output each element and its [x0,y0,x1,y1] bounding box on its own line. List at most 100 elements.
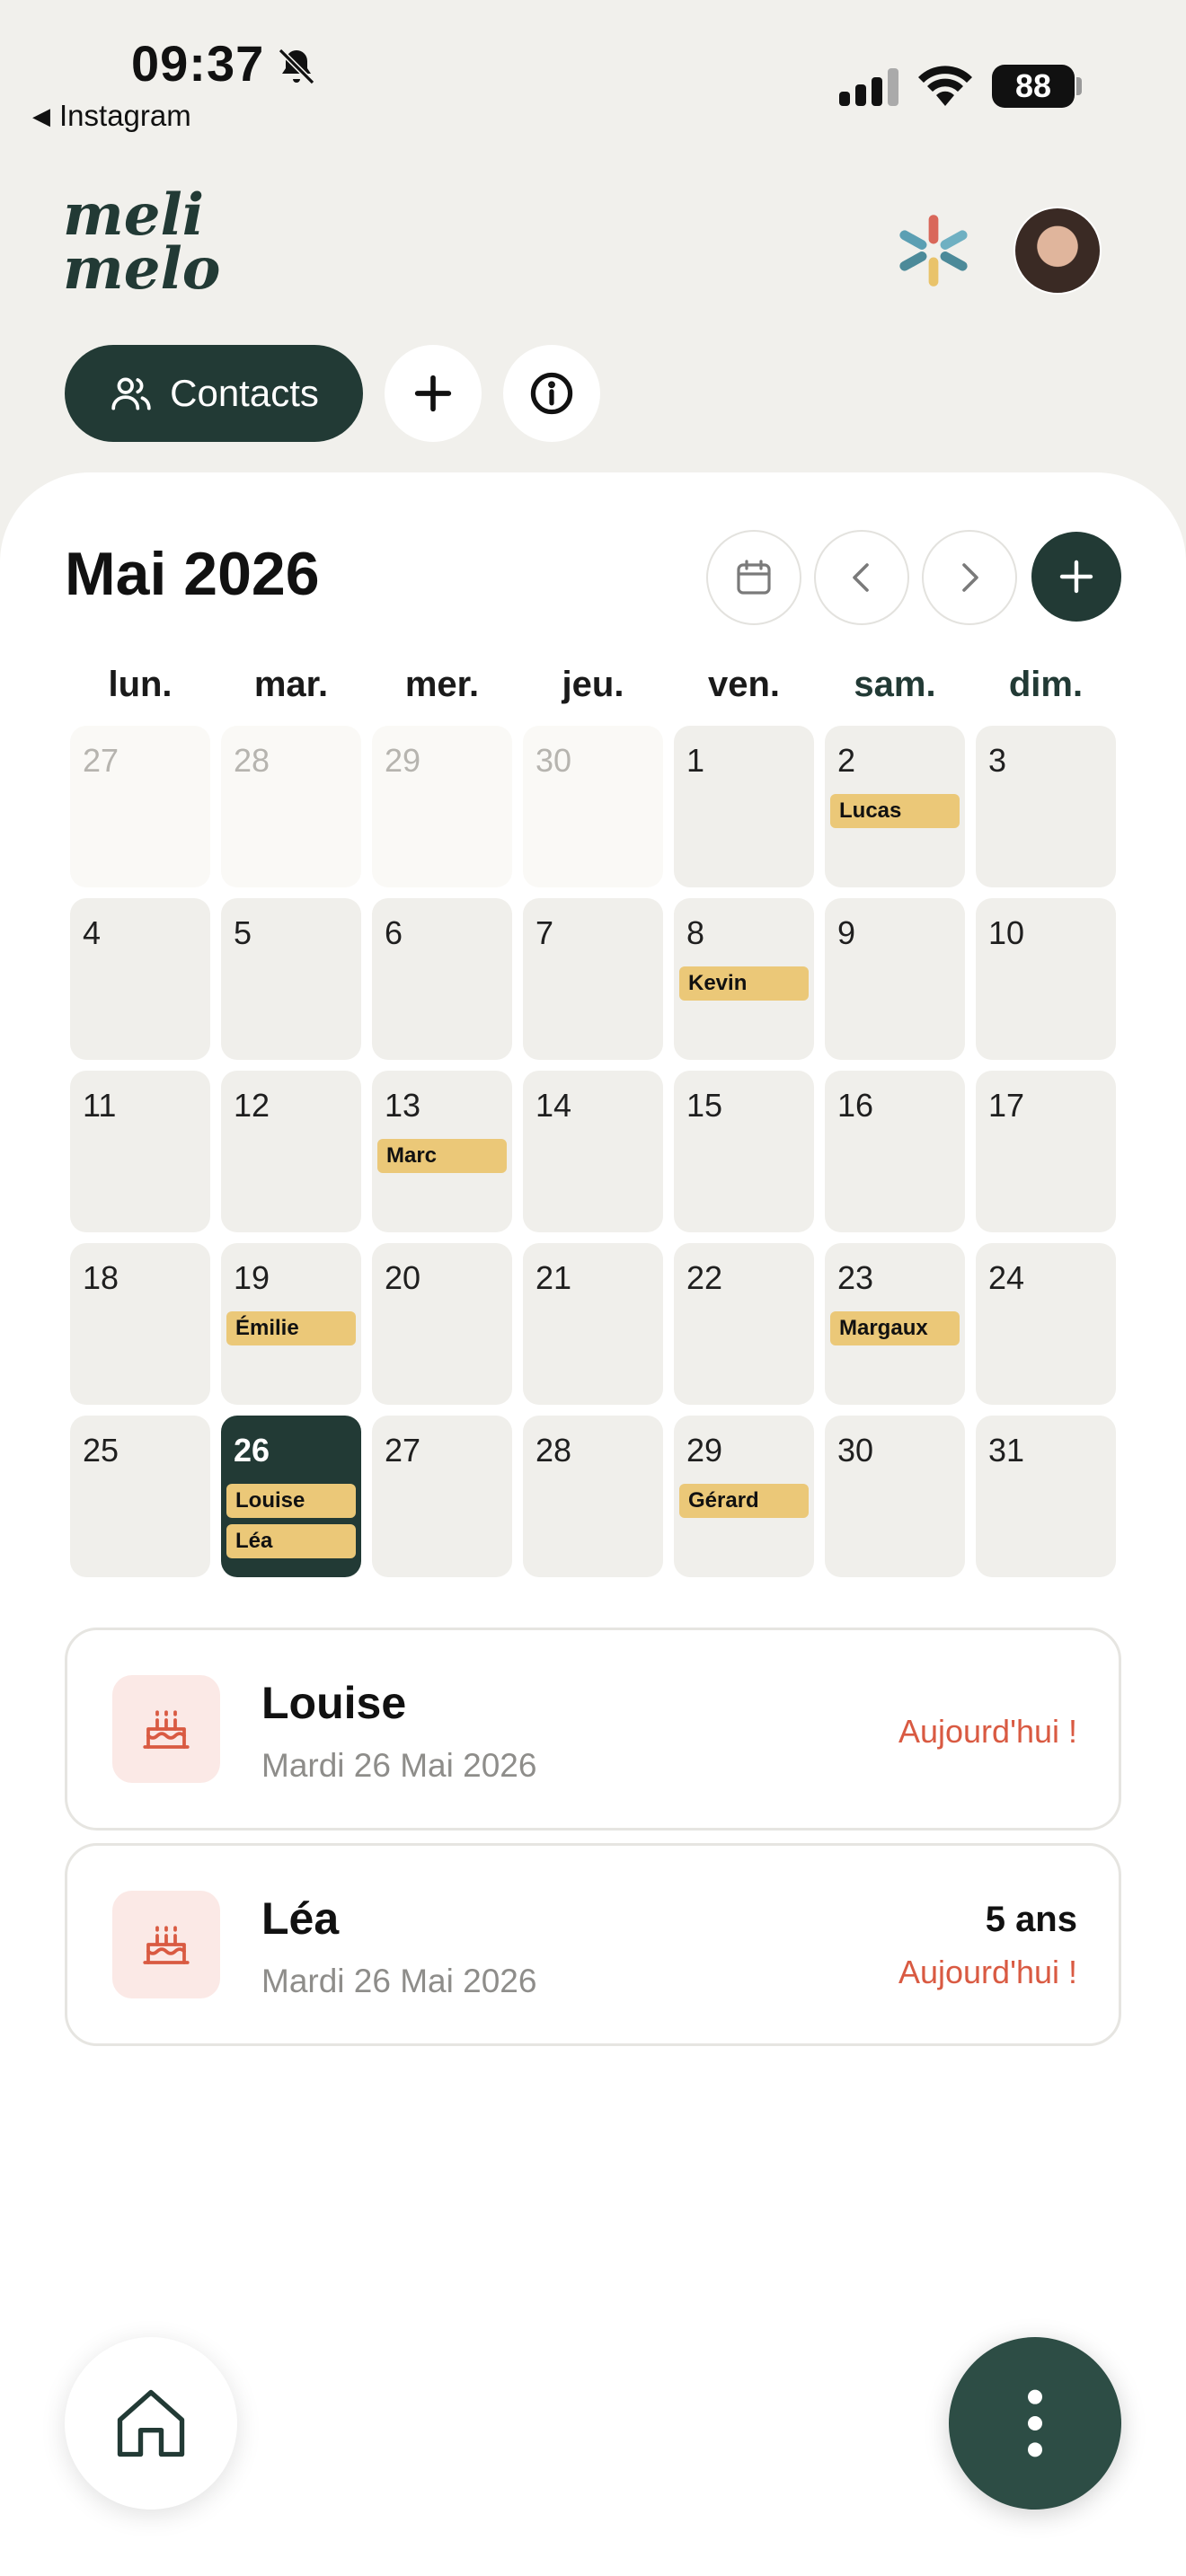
calendar-day[interactable]: 19 Émilie [221,1243,361,1405]
calendar-day[interactable]: 3 [976,726,1116,887]
home-icon [117,2389,185,2457]
day-number: 21 [535,1259,572,1296]
calendar-day[interactable]: 5 [221,898,361,1060]
day-number: 2 [837,742,856,779]
day-number: 24 [988,1259,1025,1296]
birthday-event-chip[interactable]: Kevin [679,966,809,1001]
month-title: Mai 2026 [65,540,320,608]
birthday-event-chip[interactable]: Léa [226,1524,356,1558]
day-number: 11 [83,1087,117,1124]
calendar-day[interactable]: 31 [976,1416,1116,1577]
calendar-day[interactable]: 8 Kevin [674,898,814,1060]
calendar-day[interactable]: 18 [70,1243,210,1405]
calendar-day[interactable]: 30 [523,726,663,887]
calendar-day[interactable]: 28 [221,726,361,887]
birthday-name: Léa [261,1893,340,1944]
day-number: 19 [234,1259,270,1296]
app-logo: meli melo [63,181,225,314]
calendar-day[interactable]: 7 [523,898,663,1060]
day-number: 27 [385,1432,421,1469]
calendar-day[interactable]: 11 [70,1071,210,1232]
calendar-day[interactable]: 2 Lucas [825,726,965,887]
next-month-button[interactable] [922,530,1017,625]
calendar-day[interactable]: 27 [372,1416,512,1577]
info-icon [530,372,573,415]
calendar-day[interactable]: 13 Marc [372,1071,512,1232]
birthday-event-chip[interactable]: Lucas [830,794,960,828]
calendar-day[interactable]: 14 [523,1071,663,1232]
back-to-app-link[interactable]: ◀ Instagram [32,99,191,133]
birthday-status: Aujourd'hui ! [898,1713,1077,1750]
calendar-day[interactable]: 29 Gérard [674,1416,814,1577]
weekday-label: ven. [707,665,781,704]
day-number: 18 [83,1259,119,1296]
previous-month-button[interactable] [814,530,909,625]
calendar-day[interactable]: 23 Margaux [825,1243,965,1405]
weekday-label: lun. [108,665,173,704]
day-number: 31 [988,1432,1025,1469]
weekday-label: mer. [404,665,480,704]
back-app-label: Instagram [59,99,191,132]
day-number: 13 [385,1087,421,1124]
profile-avatar[interactable] [1013,207,1102,295]
calendar-day[interactable]: 25 [70,1416,210,1577]
calendar-day[interactable]: 24 [976,1243,1116,1405]
chevron-right-icon [962,563,978,592]
calendar-day[interactable]: 20 [372,1243,512,1405]
calendar-day[interactable]: 12 [221,1071,361,1232]
day-number: 12 [234,1087,270,1124]
birthday-date: Mardi 26 Mai 2026 [261,1747,537,1784]
contacts-label: Contacts [170,372,319,414]
calendar-day[interactable]: 1 [674,726,814,887]
cake-icon [143,1710,190,1749]
calendar-picker-button[interactable] [706,530,801,625]
birthday-event-chip[interactable]: Gérard [679,1484,809,1518]
calendar-day[interactable]: 15 [674,1071,814,1232]
calendar-day[interactable]: 30 [825,1416,965,1577]
contacts-button[interactable]: Contacts [65,345,363,442]
more-menu-button[interactable] [949,2337,1121,2510]
calendar-day[interactable]: 28 [523,1416,663,1577]
calendar-grid: 27 28 29 30 1 2 Lucas 3 4 5 6 7 8 Kevin 9 10 11 12 13 Marc 1… [70,726,1116,1579]
calendar-day[interactable]: 16 [825,1071,965,1232]
calendar-day[interactable]: 21 [523,1243,663,1405]
birthday-card[interactable]: Léa Mardi 26 Mai 2026 5 ans Aujourd'hui … [65,1843,1121,2046]
battery-cap [1076,77,1082,95]
birthday-status: Aujourd'hui ! [898,1954,1077,1990]
day-number: 4 [83,914,102,951]
more-vertical-icon [1028,2389,1042,2457]
info-button[interactable] [503,345,600,442]
birthday-date: Mardi 26 Mai 2026 [261,1963,537,1999]
day-number: 5 [234,914,252,951]
day-number: 9 [837,914,856,951]
birthday-event-chip[interactable]: Émilie [226,1311,356,1345]
day-number: 1 [686,742,705,779]
day-number: 22 [686,1259,723,1296]
calendar-day[interactable]: 6 [372,898,512,1060]
calendar-icon [737,560,771,595]
birthday-event-chip[interactable]: Marc [377,1139,507,1173]
back-arrow-icon: ◀ [32,101,50,129]
calendar-day[interactable]: 22 [674,1243,814,1405]
day-number: 7 [535,914,554,951]
calendar-day[interactable]: 4 [70,898,210,1060]
calendar-day[interactable]: 17 [976,1071,1116,1232]
add-contact-button[interactable] [385,345,482,442]
birthday-event-chip[interactable]: Margaux [830,1311,960,1345]
home-button[interactable] [65,2337,237,2510]
calendar-day[interactable]: 10 [976,898,1116,1060]
birthday-card[interactable]: Louise Mardi 26 Mai 2026 Aujourd'hui ! [65,1628,1121,1831]
day-number: 8 [686,914,705,951]
add-event-button[interactable] [1031,532,1121,622]
calendar-day[interactable]: 27 [70,726,210,887]
plus-icon [1059,560,1093,594]
day-number: 28 [535,1432,572,1469]
birthday-event-chip[interactable]: Louise [226,1484,356,1518]
calendar-day[interactable]: 29 [372,726,512,887]
spark-icon[interactable] [895,212,972,289]
calendar-day[interactable]: 9 [825,898,965,1060]
logo-line-1: meli [63,181,205,249]
status-time: 09:37 [131,35,265,92]
calendar-day-today[interactable]: 26 Louise Léa [221,1416,361,1577]
day-number: 16 [837,1087,874,1124]
